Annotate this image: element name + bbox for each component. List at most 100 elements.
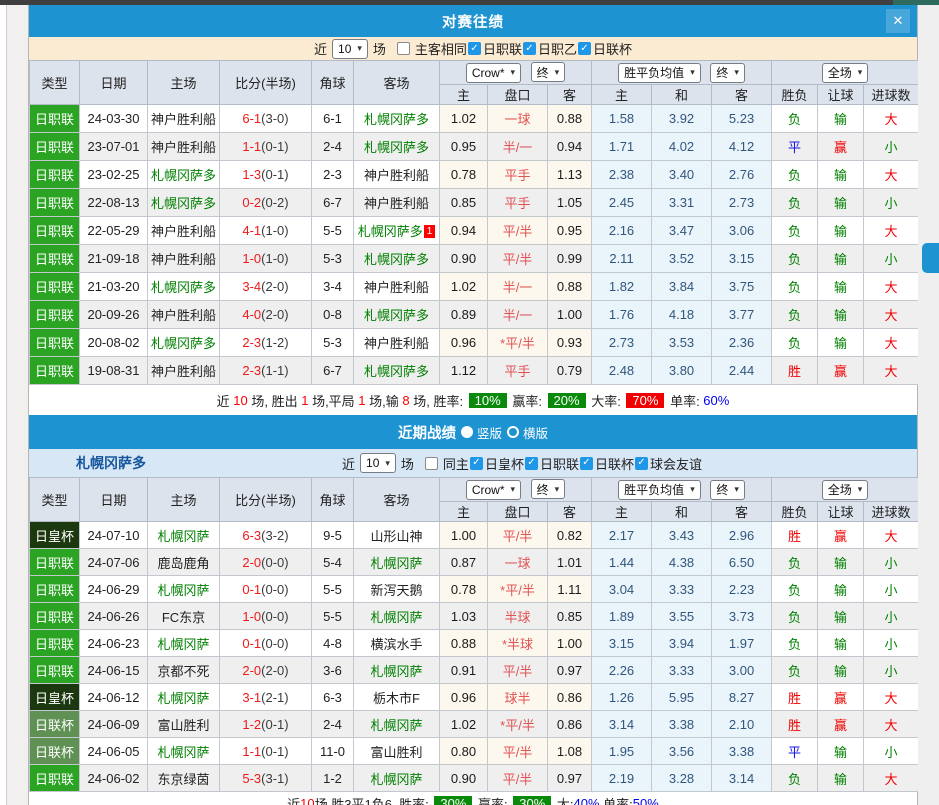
away-odds: 1.00 xyxy=(548,301,592,329)
handicap-line: 平/半 xyxy=(488,522,548,549)
avg-source-select[interactable]: 胜平负均值 xyxy=(618,480,701,500)
checkbox-icon[interactable] xyxy=(425,457,438,470)
team-name[interactable]: 神户胜利船 xyxy=(364,168,429,183)
avg-away-odds: 2.73 xyxy=(712,189,772,217)
col-header-corner: 角球 xyxy=(312,61,354,105)
odds-source-select[interactable]: Crow* xyxy=(466,63,521,83)
team-name[interactable]: 神户胜利船 xyxy=(151,308,216,323)
competition-badge: 日职联 xyxy=(30,217,80,245)
checkbox-icon[interactable] xyxy=(523,42,536,55)
checkbox-icon[interactable] xyxy=(468,42,481,55)
scope-select[interactable]: 全场 xyxy=(822,480,869,500)
team-name[interactable]: 鹿岛鹿角 xyxy=(157,556,209,571)
filter-checkbox[interactable]: 球会友谊 xyxy=(635,454,702,473)
scope-select[interactable]: 全场 xyxy=(822,63,869,83)
team-name[interactable]: 新泻天鹅 xyxy=(370,583,422,598)
team-name[interactable]: 富山胜利 xyxy=(157,718,209,733)
team-name[interactable]: 札幌冈萨 xyxy=(370,556,422,571)
team-name[interactable]: 神户胜利船 xyxy=(151,364,216,379)
filter-checkbox[interactable]: 主客相同 xyxy=(397,39,467,58)
team-name[interactable]: 札幌冈萨 xyxy=(370,610,422,625)
team-name[interactable]: 富山胜利 xyxy=(370,745,422,760)
team-name[interactable]: 神户胜利船 xyxy=(364,280,429,295)
team-name[interactable]: 札幌冈萨 xyxy=(370,664,422,679)
away-odds: 0.82 xyxy=(548,522,592,549)
team-name[interactable]: 札幌冈萨多 xyxy=(364,252,429,267)
checkbox-icon[interactable] xyxy=(397,42,410,55)
filter-checkbox[interactable]: 日皇杯 xyxy=(470,454,524,473)
team-name[interactable]: 札幌冈萨 xyxy=(370,718,422,733)
avg-home-odds: 1.44 xyxy=(592,549,652,576)
checkbox-icon[interactable] xyxy=(525,457,538,470)
checkbox-icon[interactable] xyxy=(635,457,648,470)
recent-match-count-select[interactable]: 10 xyxy=(360,453,396,473)
team-name[interactable]: 神户胜利船 xyxy=(364,196,429,211)
h2h-dialog: 对赛往绩 ✕ 近 10 场 主客相同日职联日职乙日联杯 类型 日期 xyxy=(28,5,918,805)
team-name[interactable]: 札幌冈萨 xyxy=(157,529,209,544)
odds-stage-select[interactable]: 终 xyxy=(531,62,566,82)
team-name[interactable]: 札幌冈萨 xyxy=(157,745,209,760)
close-button[interactable]: ✕ xyxy=(886,9,910,33)
avg-stage-select[interactable]: 终 xyxy=(710,480,745,500)
avg-home-odds: 1.95 xyxy=(592,738,652,765)
team-name[interactable]: 札幌冈萨多 xyxy=(364,364,429,379)
layout-radio-horizontal[interactable]: 横版 xyxy=(507,423,548,442)
home-team-cell: 札幌冈萨多 xyxy=(148,161,220,189)
avg-away-odds: 3.73 xyxy=(712,603,772,630)
fulltime-score: 3-1 xyxy=(242,690,261,705)
match-count-select[interactable]: 10 xyxy=(332,39,368,59)
away-team-cell: 栃木市F xyxy=(354,684,440,711)
team-name[interactable]: 札幌冈萨多 xyxy=(151,280,216,295)
filter-checkbox[interactable]: 日职联 xyxy=(468,39,522,58)
team-name[interactable]: 京都不死 xyxy=(157,664,209,679)
result-handicap: 赢 xyxy=(818,133,864,161)
filter-checkbox[interactable]: 日联杯 xyxy=(580,454,634,473)
filter-checkbox[interactable]: 日职乙 xyxy=(523,39,577,58)
odds-source-select[interactable]: Crow* xyxy=(466,480,521,500)
col-header-avg-h: 主 xyxy=(592,502,652,522)
competition-badge: 日职联 xyxy=(30,657,80,684)
team-name[interactable]: 神户胜利船 xyxy=(151,252,216,267)
checkbox-icon[interactable] xyxy=(470,457,483,470)
team-name[interactable]: 神户胜利船 xyxy=(151,224,216,239)
team-name[interactable]: 栃木市F xyxy=(373,691,420,706)
team-name[interactable]: 札幌冈萨多 xyxy=(151,196,216,211)
team-name[interactable]: 横滨水手 xyxy=(370,637,422,652)
halftime-score: (3-0) xyxy=(261,111,288,126)
side-panel-tab[interactable] xyxy=(922,243,939,273)
team-name[interactable]: 神户胜利船 xyxy=(151,112,216,127)
odds-stage-select[interactable]: 终 xyxy=(531,479,566,499)
team-name[interactable]: 札幌冈萨多 xyxy=(364,308,429,323)
result-handicap: 输 xyxy=(818,273,864,301)
summary-segment: 场,平局 xyxy=(308,391,358,410)
filter-checkbox[interactable]: 日联杯 xyxy=(578,39,632,58)
team-name[interactable]: 东京绿茵 xyxy=(157,772,209,787)
filter-checkbox[interactable]: 同主 xyxy=(425,454,469,473)
team-name[interactable]: 神户胜利船 xyxy=(151,140,216,155)
avg-home-odds: 3.04 xyxy=(592,576,652,603)
team-name[interactable]: 札幌冈萨 xyxy=(157,637,209,652)
avg-source-select[interactable]: 胜平负均值 xyxy=(618,63,701,83)
avg-odds-controls: 胜平负均值 终 xyxy=(592,61,772,85)
team-name[interactable]: FC东京 xyxy=(162,610,205,625)
team-name[interactable]: 札幌冈萨多 xyxy=(364,140,429,155)
team-name[interactable]: 札幌冈萨 xyxy=(157,583,209,598)
avg-stage-value: 终 xyxy=(716,64,728,81)
team-name[interactable]: 札幌冈萨多 xyxy=(364,112,429,127)
filter-checkbox[interactable]: 日职联 xyxy=(525,454,579,473)
team-name[interactable]: 札幌冈萨多 xyxy=(151,168,216,183)
team-name[interactable]: 札幌冈萨多 xyxy=(358,224,423,239)
team-name[interactable]: 神户胜利船 xyxy=(364,336,429,351)
layout-radio-vertical[interactable]: 竖版 xyxy=(461,423,502,442)
team-name[interactable]: 札幌冈萨 xyxy=(370,772,422,787)
checkbox-icon[interactable] xyxy=(578,42,591,55)
away-team-cell: 富山胜利 xyxy=(354,738,440,765)
checkbox-icon[interactable] xyxy=(580,457,593,470)
col-header-let-goal: 让球 xyxy=(818,502,864,522)
avg-stage-select[interactable]: 终 xyxy=(710,63,745,83)
team-name[interactable]: 札幌冈萨多 xyxy=(151,336,216,351)
team-name[interactable]: 山形山神 xyxy=(370,529,422,544)
radio-selected-icon[interactable] xyxy=(461,426,473,438)
radio-unselected-icon[interactable] xyxy=(507,426,519,438)
team-name[interactable]: 札幌冈萨 xyxy=(157,691,209,706)
